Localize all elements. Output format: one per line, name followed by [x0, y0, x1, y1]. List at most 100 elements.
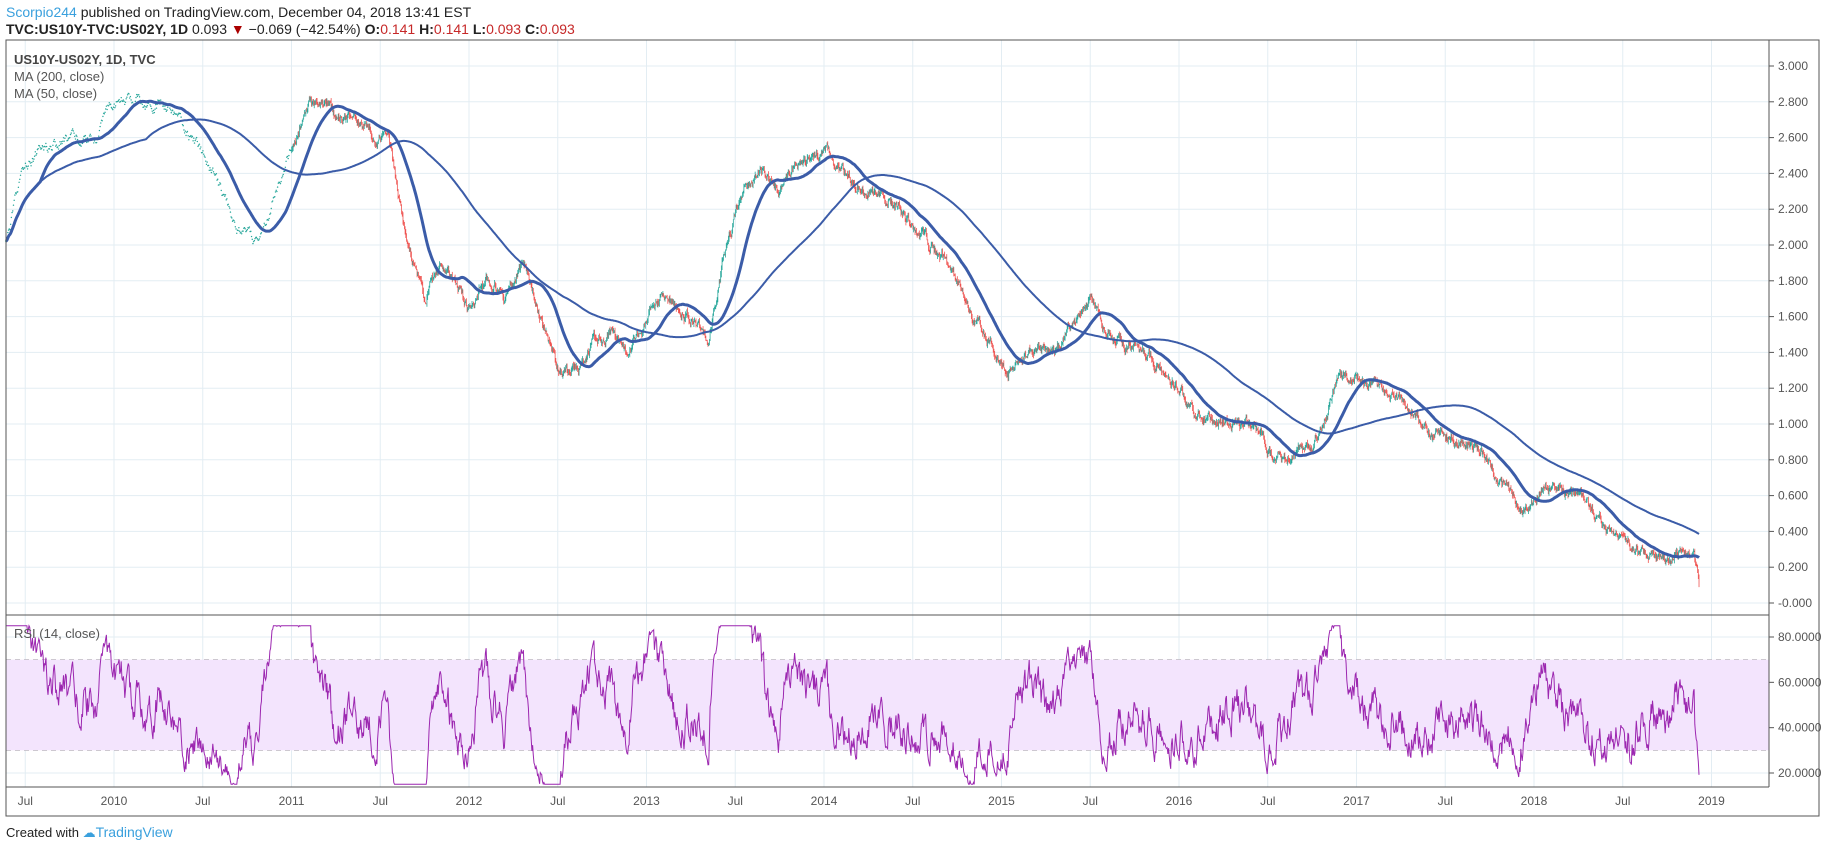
price-dot — [128, 97, 131, 99]
price-dot — [284, 166, 287, 169]
price-dot — [35, 154, 37, 156]
price-dot — [135, 96, 137, 99]
price-dot — [250, 230, 252, 233]
price-dot — [46, 149, 48, 151]
price-tick-label: -0.000 — [1778, 596, 1812, 610]
time-tick-label: Jul — [728, 794, 743, 808]
price-dot — [52, 144, 54, 146]
price-dot — [179, 112, 182, 115]
price-dot — [123, 100, 125, 103]
price-dot — [58, 144, 60, 147]
price-dot — [271, 200, 274, 202]
time-tick-label: Jul — [1438, 794, 1453, 808]
price-dot — [154, 108, 156, 110]
price-dot — [172, 113, 175, 116]
price-dot — [203, 155, 206, 157]
price-dot — [182, 125, 184, 127]
price-dot — [37, 147, 39, 150]
price-dot — [155, 107, 158, 109]
time-tick-label: 2013 — [633, 794, 660, 808]
price-dot — [57, 148, 60, 150]
price-dot — [201, 151, 203, 154]
price-dot — [32, 160, 34, 163]
chart-canvas[interactable]: 3.000 2.800 2.600 2.400 2.200 2.000 1.800 1.600… — [0, 0, 1828, 850]
price-dot — [192, 140, 194, 142]
time-tick-label: Jul — [373, 794, 388, 808]
legend-rsi: RSI (14, close) — [14, 626, 100, 641]
price-dot — [259, 236, 261, 238]
price-dot — [184, 130, 187, 132]
price-dot — [19, 174, 22, 176]
tradingview-logo-icon: ☁ — [82, 825, 96, 840]
rsi-tick-label: 60.0000 — [1778, 675, 1822, 689]
price-dot — [7, 229, 10, 231]
price-dot — [224, 195, 226, 197]
price-dot — [235, 228, 237, 230]
price-dot — [282, 173, 284, 176]
price-tick-label: 0.400 — [1778, 524, 1808, 538]
price-tick-label: 2.200 — [1778, 202, 1808, 216]
price-dot — [124, 103, 126, 106]
price-dot — [90, 135, 92, 137]
price-dot — [208, 169, 210, 172]
price-dot — [39, 147, 41, 149]
price-dot — [21, 166, 24, 169]
price-dot — [67, 139, 69, 142]
price-dot — [108, 102, 110, 104]
price-dot — [219, 183, 222, 185]
price-dot — [88, 135, 91, 137]
price-dot — [103, 113, 106, 115]
price-dot — [27, 165, 29, 167]
price-dot — [93, 142, 95, 144]
price-dot — [74, 138, 77, 140]
price-dot — [238, 227, 240, 229]
price-dot — [233, 221, 236, 223]
tradingview-brand[interactable]: TradingView — [96, 824, 173, 840]
price-dot — [34, 151, 37, 153]
price-dot — [26, 165, 28, 168]
price-dot — [146, 104, 149, 107]
price-dot — [31, 157, 34, 160]
price-dot — [42, 146, 44, 148]
price-dot — [28, 161, 31, 163]
price-dot — [69, 133, 72, 136]
price-dot — [176, 115, 179, 117]
price-dot — [93, 140, 96, 142]
price-dot — [55, 144, 58, 146]
price-dot — [253, 239, 256, 242]
price-dot — [210, 171, 213, 174]
price-dot — [59, 141, 61, 143]
price-dot — [95, 141, 98, 144]
price-dot — [228, 205, 230, 208]
price-tick-label: 3.000 — [1778, 59, 1808, 73]
price-dot — [195, 138, 197, 140]
time-tick-label: 2016 — [1166, 794, 1193, 808]
price-dot — [120, 96, 122, 99]
time-tick-label: Jul — [195, 794, 210, 808]
price-tick-label: 2.400 — [1778, 166, 1808, 180]
price-dot — [24, 162, 27, 165]
price-dot — [33, 155, 36, 157]
price-dot — [170, 112, 172, 114]
price-dot — [84, 134, 87, 137]
price-dot — [14, 194, 16, 196]
price-dot — [26, 168, 29, 170]
price-dot — [263, 222, 265, 224]
price-dot — [45, 145, 48, 148]
time-tick-label: 2015 — [988, 794, 1015, 808]
price-dot — [40, 147, 43, 149]
price-dot — [64, 137, 66, 140]
price-dot — [197, 145, 199, 148]
time-tick-label: 2012 — [456, 794, 483, 808]
price-dot — [73, 132, 75, 134]
price-dot — [29, 162, 32, 164]
price-dot — [138, 94, 140, 96]
price-dot — [11, 211, 13, 214]
price-dot — [165, 110, 168, 113]
price-dot — [9, 223, 12, 226]
time-tick-label: 2017 — [1343, 794, 1370, 808]
time-tick-label: Jul — [1083, 794, 1098, 808]
price-dot — [250, 235, 253, 238]
price-dot — [62, 137, 65, 139]
price-tick-label: 2.600 — [1778, 131, 1808, 145]
